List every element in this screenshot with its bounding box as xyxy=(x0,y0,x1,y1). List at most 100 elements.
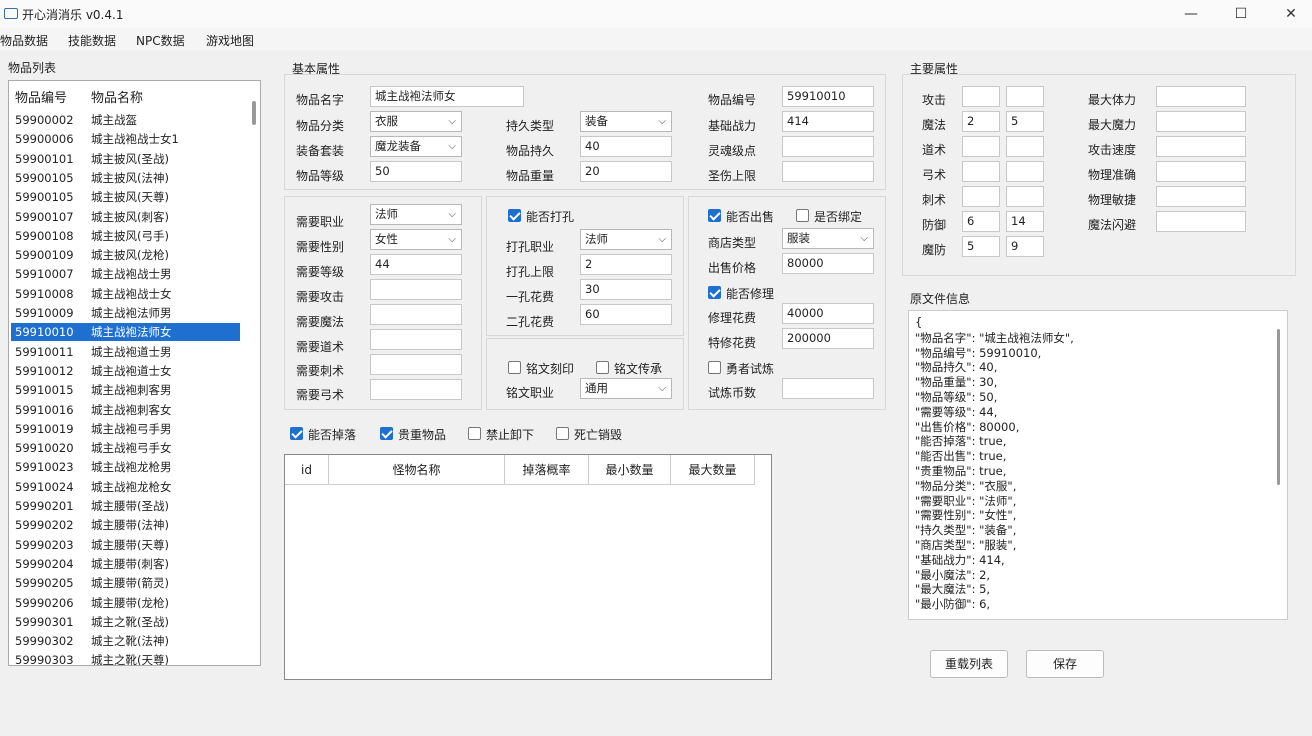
attr-max-field[interactable] xyxy=(1006,136,1044,157)
list-item[interactable]: 59910009 城主战袍法师男 xyxy=(11,304,240,322)
list-item[interactable]: 59990302 城主之靴(法神) xyxy=(11,632,240,650)
durability-type-select[interactable]: 装备 ⌵ xyxy=(580,111,672,132)
drop-table[interactable]: id 怪物名称 掉落概率 最小数量 最大数量 xyxy=(284,454,772,680)
minimize-button[interactable]: — xyxy=(1176,4,1206,24)
menu-item-map[interactable]: 游戏地图 xyxy=(206,32,254,49)
menu-item-npc[interactable]: NPC数据 xyxy=(136,32,185,49)
list-item[interactable]: 59900002 城主战盔 xyxy=(11,111,240,129)
can-sell-checkbox[interactable] xyxy=(708,209,721,222)
attr-right-field[interactable] xyxy=(1156,136,1246,157)
list-scrollbar-thumb[interactable] xyxy=(252,101,256,125)
drop-col-id[interactable]: id xyxy=(285,455,329,485)
list-item[interactable]: 59910024 城主战袍龙枪女 xyxy=(11,478,240,496)
can-repair-checkbox[interactable] xyxy=(708,286,721,299)
repair-cost-field[interactable]: 40000 xyxy=(782,303,874,324)
list-item[interactable]: 59910015 城主战袍刺客男 xyxy=(11,381,240,399)
attr-right-field[interactable] xyxy=(1156,111,1246,132)
weight-field[interactable]: 20 xyxy=(580,161,672,182)
list-item[interactable]: 59990206 城主腰带(龙枪) xyxy=(11,594,240,612)
list-item[interactable]: 59910010 城主战袍法师女 xyxy=(11,323,240,342)
req-level-field[interactable]: 44 xyxy=(370,254,462,275)
item-level-field[interactable]: 50 xyxy=(370,161,462,182)
attr-min-field[interactable] xyxy=(962,86,1000,107)
attr-right-field[interactable] xyxy=(1156,86,1246,107)
special-repair-field[interactable]: 200000 xyxy=(782,328,874,349)
name-field[interactable]: 城主战袍法师女 xyxy=(370,86,524,107)
item-list[interactable]: 物品编号 物品名称 59900002 城主战盔 59900006 城主战袍战士女1 59… xyxy=(8,80,261,666)
inscription-job-select[interactable]: 通用 ⌵ xyxy=(580,378,672,399)
list-item[interactable]: 59910019 城主战袍弓手男 xyxy=(11,420,240,438)
equip-set-select[interactable]: 魔龙装备 ⌵ xyxy=(370,136,462,157)
drop-col-max[interactable]: 最大数量 xyxy=(671,455,755,485)
one-cost-field[interactable]: 30 xyxy=(580,279,672,300)
list-header-name[interactable]: 物品名称 xyxy=(91,87,143,106)
holy-field[interactable] xyxy=(782,161,874,182)
id-field[interactable]: 59910010 xyxy=(782,86,874,107)
inherit-checkbox[interactable] xyxy=(596,361,609,374)
reload-list-button[interactable]: 重载列表 xyxy=(930,650,1008,678)
two-cost-field[interactable]: 60 xyxy=(580,304,672,325)
category-select[interactable]: 衣服 ⌵ xyxy=(370,111,462,132)
list-item[interactable]: 59910020 城主战袍弓手女 xyxy=(11,439,240,457)
req-atk-field[interactable] xyxy=(370,279,462,300)
attr-min-field[interactable] xyxy=(962,136,1000,157)
list-item[interactable]: 59900105 城主披风(天尊) xyxy=(11,188,240,206)
attr-min-field[interactable] xyxy=(962,186,1000,207)
list-item[interactable]: 59900108 城主披风(弓手) xyxy=(11,227,240,245)
list-item[interactable]: 59910012 城主战袍道士女 xyxy=(11,362,240,380)
attr-max-field[interactable]: 9 xyxy=(1006,236,1044,257)
req-tao-field[interactable] xyxy=(370,329,462,350)
punch-max-field[interactable]: 2 xyxy=(580,254,672,275)
trial-checkbox[interactable] xyxy=(708,361,721,374)
req-bow-field[interactable] xyxy=(370,379,462,400)
shop-type-select[interactable]: 服装 ⌵ xyxy=(782,228,874,249)
trial-coin-field[interactable] xyxy=(782,378,874,399)
attr-right-field[interactable] xyxy=(1156,211,1246,232)
list-item[interactable]: 59990201 城主腰带(圣战) xyxy=(11,497,240,515)
list-item[interactable]: 59990202 城主腰带(法神) xyxy=(11,516,240,534)
list-item[interactable]: 59900105 城主披风(法神) xyxy=(11,169,240,187)
base-power-field[interactable]: 414 xyxy=(782,111,874,132)
list-scrollbar[interactable] xyxy=(251,83,259,663)
list-item[interactable]: 59900101 城主披风(圣战) xyxy=(11,150,240,168)
punch-job-select[interactable]: 法师 ⌵ xyxy=(580,229,672,250)
attr-max-field[interactable] xyxy=(1006,161,1044,182)
list-item[interactable]: 59990204 城主腰带(刺客) xyxy=(11,555,240,573)
attr-right-field[interactable] xyxy=(1156,186,1246,207)
death-destroy-checkbox[interactable] xyxy=(556,427,569,440)
drop-col-monster[interactable]: 怪物名称 xyxy=(329,455,505,485)
can-punch-checkbox[interactable] xyxy=(508,209,521,222)
drop-col-rate[interactable]: 掉落概率 xyxy=(505,455,589,485)
attr-min-field[interactable]: 6 xyxy=(962,211,1000,232)
attr-max-field[interactable] xyxy=(1006,86,1044,107)
attr-min-field[interactable]: 5 xyxy=(962,236,1000,257)
close-button[interactable]: ✕ xyxy=(1276,4,1306,24)
list-header-id[interactable]: 物品编号 xyxy=(15,87,67,106)
list-item[interactable]: 59910011 城主战袍道士男 xyxy=(11,343,240,361)
req-magic-field[interactable] xyxy=(370,304,462,325)
attr-right-field[interactable] xyxy=(1156,161,1246,182)
list-item[interactable]: 59900006 城主战袍战士女1 xyxy=(11,130,240,148)
list-item[interactable]: 59910023 城主战袍龙枪男 xyxy=(11,458,240,476)
req-stab-field[interactable] xyxy=(370,354,462,375)
attr-max-field[interactable] xyxy=(1006,186,1044,207)
list-item[interactable]: 59900109 城主披风(龙枪) xyxy=(11,246,240,264)
attr-min-field[interactable] xyxy=(962,161,1000,182)
save-button[interactable]: 保存 xyxy=(1026,650,1104,678)
list-item[interactable]: 59910007 城主战袍战士男 xyxy=(11,265,240,283)
menu-item-items[interactable]: 物品数据 xyxy=(0,32,48,49)
engrave-checkbox[interactable] xyxy=(508,361,521,374)
is-bound-checkbox[interactable] xyxy=(796,209,809,222)
soul-field[interactable] xyxy=(782,136,874,157)
source-text-area[interactable]: { "物品名字": "城主战袍法师女", "物品编号": 59910010, "… xyxy=(908,310,1288,620)
list-item[interactable]: 59900107 城主披风(刺客) xyxy=(11,208,240,226)
valuable-checkbox[interactable] xyxy=(380,427,393,440)
req-job-select[interactable]: 法师 ⌵ xyxy=(370,204,462,225)
list-item[interactable]: 59910016 城主战袍刺客女 xyxy=(11,401,240,419)
attr-min-field[interactable]: 2 xyxy=(962,111,1000,132)
source-scrollbar-thumb[interactable] xyxy=(1277,329,1280,485)
list-item[interactable]: 59990303 城主之靴(天尊) xyxy=(11,651,240,665)
maximize-button[interactable]: ☐ xyxy=(1226,4,1256,24)
attr-max-field[interactable]: 5 xyxy=(1006,111,1044,132)
drop-checkbox[interactable] xyxy=(290,427,303,440)
